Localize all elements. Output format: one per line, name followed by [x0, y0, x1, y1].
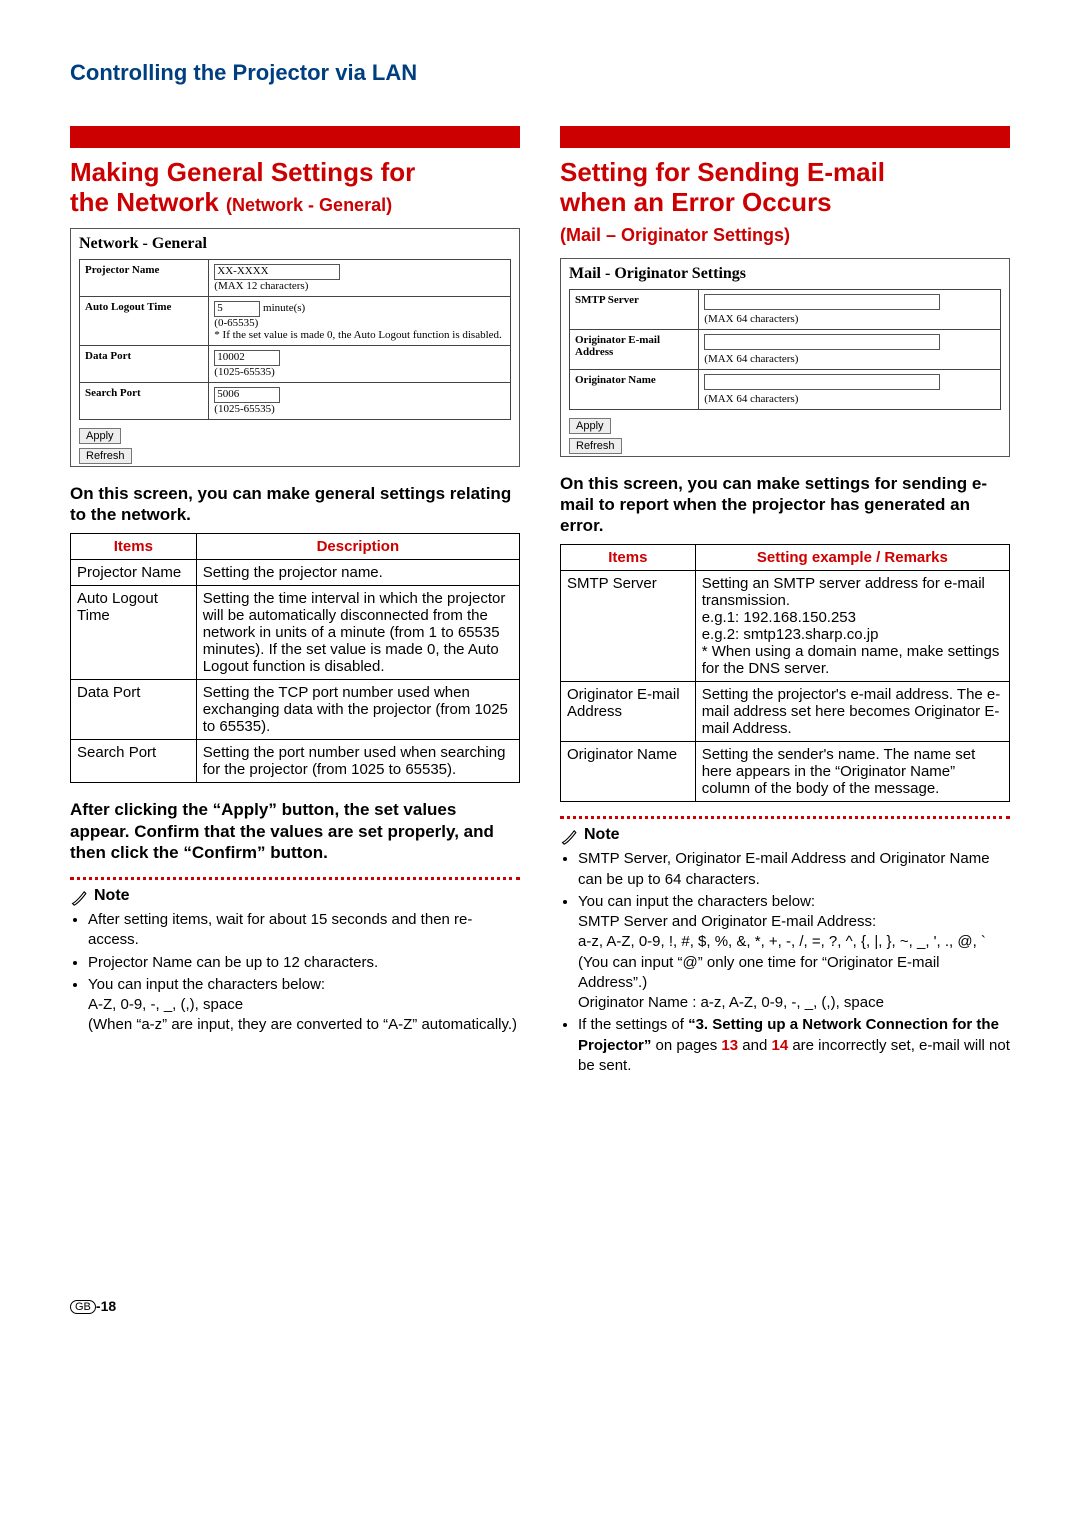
- note-item: You can input the characters below: SMTP…: [578, 892, 1010, 1014]
- heading-line2: when an Error Occurs: [560, 187, 832, 217]
- th-desc: Setting example / Remarks: [695, 545, 1009, 571]
- cell: Setting the sender's name. The name set …: [695, 742, 1009, 802]
- pencil-icon: [560, 825, 580, 845]
- t: SMTP Server and Originator E-mail Addres…: [578, 913, 876, 930]
- t: a-z, A-Z, 0-9, !, #, $, %, &, *, +, -, /…: [578, 933, 986, 950]
- t: You can input the characters below:: [88, 976, 325, 993]
- auto-logout-hint1: (0-65535): [214, 317, 258, 329]
- heading-sub: (Network - General): [226, 195, 392, 215]
- left-notes: After setting items, wait for about 15 s…: [74, 910, 520, 1036]
- cell: Auto Logout Time: [71, 586, 197, 680]
- note-label: Note: [94, 887, 130, 905]
- t: If the settings of: [578, 1016, 688, 1033]
- auto-logout-input[interactable]: 5: [214, 301, 260, 317]
- red-bar: [70, 126, 520, 148]
- apply-button[interactable]: Apply: [79, 428, 121, 444]
- orig-addr-label: Originator E-mail Address: [570, 329, 699, 369]
- data-port-input[interactable]: 10002: [214, 350, 280, 366]
- cell: Data Port: [71, 680, 197, 740]
- screenshot-title: Mail - Originator Settings: [561, 259, 1009, 285]
- smtp-input[interactable]: [704, 294, 940, 310]
- th-items: Items: [71, 534, 197, 560]
- screenshot-title: Network - General: [71, 229, 519, 255]
- smtp-hint: (MAX 64 characters): [704, 313, 798, 325]
- pencil-icon: [70, 886, 90, 906]
- cell: Search Port: [71, 740, 197, 783]
- heading-sub: (Mail – Originator Settings): [560, 225, 790, 245]
- mail-settings-screenshot: Mail - Originator Settings SMTP Server (…: [560, 258, 1010, 457]
- page-link[interactable]: 14: [771, 1037, 788, 1054]
- right-desc-table: Items Setting example / Remarks SMTP Ser…: [560, 544, 1010, 802]
- heading-line1: Making General Settings for: [70, 157, 415, 187]
- cell: Projector Name: [71, 560, 197, 586]
- t: and: [738, 1037, 771, 1054]
- after-apply-text: After clicking the “Apply” button, the s…: [70, 799, 520, 863]
- cell: SMTP Server: [561, 571, 696, 682]
- cell: Setting the projector's e-mail address. …: [695, 682, 1009, 742]
- page-number: -18: [96, 1298, 116, 1314]
- auto-logout-unit: minute(s): [263, 302, 305, 314]
- orig-name-input[interactable]: [704, 374, 940, 390]
- left-intro: On this screen, you can make general set…: [70, 483, 520, 526]
- note-item: If the settings of “3. Setting up a Netw…: [578, 1015, 1010, 1076]
- red-bar: [560, 126, 1010, 148]
- right-heading: Setting for Sending E-mail when an Error…: [560, 158, 1010, 248]
- page-link[interactable]: 13: [721, 1037, 738, 1054]
- cell: Setting the projector name.: [196, 560, 519, 586]
- search-port-label: Search Port: [80, 382, 209, 419]
- data-port-label: Data Port: [80, 345, 209, 382]
- refresh-button[interactable]: Refresh: [79, 448, 132, 464]
- t: (You can input “@” only one time for “Or…: [578, 954, 940, 991]
- th-items: Items: [561, 545, 696, 571]
- right-intro: On this screen, you can make settings fo…: [560, 473, 1010, 537]
- left-column: Making General Settings for the Network …: [70, 126, 520, 1078]
- data-port-hint: (1025-65535): [214, 366, 275, 378]
- t: (When “a-z” are input, they are converte…: [88, 1016, 517, 1033]
- left-heading: Making General Settings for the Network …: [70, 158, 520, 218]
- cell: Originator E-mail Address: [561, 682, 696, 742]
- page-title: Controlling the Projector via LAN: [70, 60, 1010, 86]
- apply-button[interactable]: Apply: [569, 418, 611, 434]
- projector-name-input[interactable]: XX-XXXX: [214, 264, 340, 280]
- note-item: Projector Name can be up to 12 character…: [88, 953, 520, 973]
- orig-name-label: Originator Name: [570, 369, 699, 409]
- smtp-label: SMTP Server: [570, 289, 699, 329]
- orig-name-hint: (MAX 64 characters): [704, 393, 798, 405]
- note-item: SMTP Server, Originator E-mail Address a…: [578, 849, 1010, 890]
- cell: Originator Name: [561, 742, 696, 802]
- cell: Setting the time interval in which the p…: [196, 586, 519, 680]
- note-label: Note: [584, 826, 620, 844]
- heading-line2: the Network: [70, 187, 219, 217]
- t: A-Z, 0-9, -, _, (,), space: [88, 996, 243, 1013]
- right-column: Setting for Sending E-mail when an Error…: [560, 126, 1010, 1078]
- t: on pages: [651, 1037, 721, 1054]
- projector-name-hint: (MAX 12 characters): [214, 280, 308, 292]
- network-general-screenshot: Network - General Projector Name XX-XXXX…: [70, 228, 520, 467]
- auto-logout-hint2: * If the set value is made 0, the Auto L…: [214, 329, 501, 341]
- right-notes: SMTP Server, Originator E-mail Address a…: [564, 849, 1010, 1076]
- search-port-hint: (1025-65535): [214, 403, 275, 415]
- dotted-separator: [70, 877, 520, 880]
- search-port-input[interactable]: 5006: [214, 387, 280, 403]
- heading-line1: Setting for Sending E-mail: [560, 157, 885, 187]
- cell: Setting the port number used when search…: [196, 740, 519, 783]
- cell: Setting an SMTP server address for e-mai…: [695, 571, 1009, 682]
- t: You can input the characters below:: [578, 893, 815, 910]
- auto-logout-label: Auto Logout Time: [80, 296, 209, 345]
- left-desc-table: Items Description Projector NameSetting …: [70, 533, 520, 783]
- th-desc: Description: [196, 534, 519, 560]
- t: Originator Name : a-z, A-Z, 0-9, -, _, (…: [578, 994, 884, 1011]
- orig-addr-input[interactable]: [704, 334, 940, 350]
- cell: Setting the TCP port number used when ex…: [196, 680, 519, 740]
- note-item: After setting items, wait for about 15 s…: [88, 910, 520, 951]
- refresh-button[interactable]: Refresh: [569, 438, 622, 454]
- note-item: You can input the characters below: A-Z,…: [88, 975, 520, 1036]
- projector-name-label: Projector Name: [80, 259, 209, 296]
- dotted-separator: [560, 816, 1010, 819]
- orig-addr-hint: (MAX 64 characters): [704, 353, 798, 365]
- language-badge: GB: [70, 1300, 96, 1314]
- page-footer: GB-18: [70, 1298, 1010, 1314]
